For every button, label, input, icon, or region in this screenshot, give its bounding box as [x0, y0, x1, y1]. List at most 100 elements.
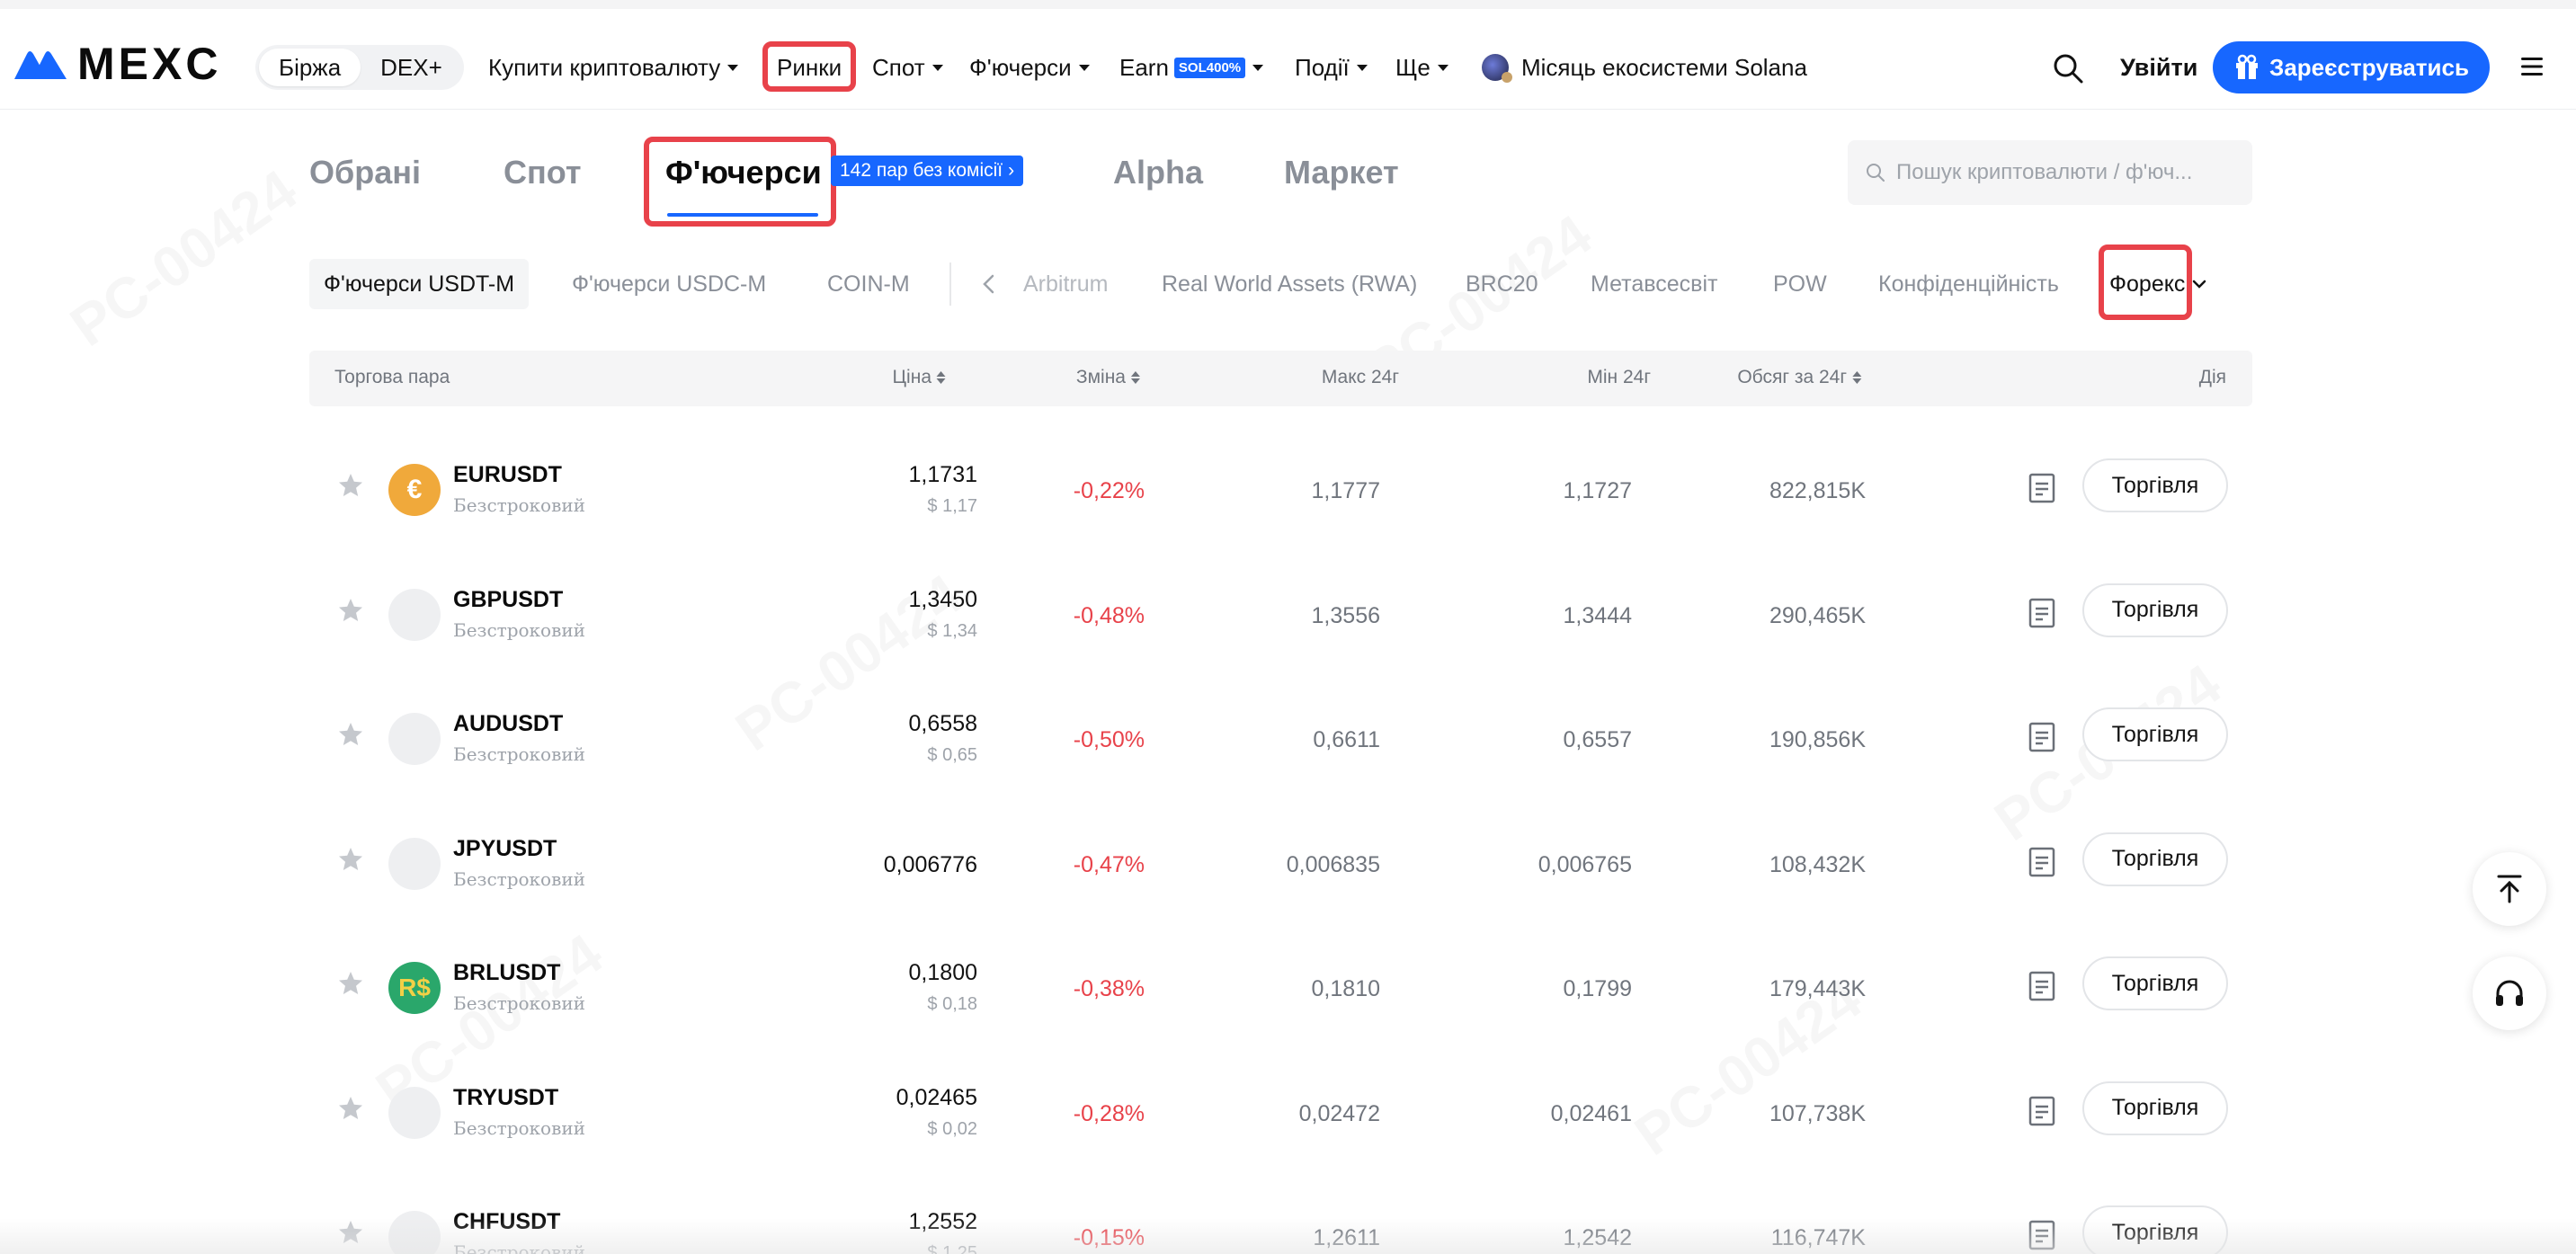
nav-earn[interactable]: Earn SOL400%: [1119, 49, 1264, 86]
subcat-privacy[interactable]: Конфіденційність: [1878, 259, 2059, 309]
trade-button[interactable]: Торгівля: [2082, 583, 2228, 637]
chevron-down-icon: [2193, 280, 2206, 289]
subcat-arbitrum[interactable]: Arbitrum: [1023, 259, 1108, 309]
tab-market[interactable]: Маркет: [1284, 149, 1399, 196]
nav-solana-month[interactable]: Місяць екосистеми Solana: [1482, 49, 1807, 86]
support-button[interactable]: [2473, 956, 2546, 1030]
pair-symbol: AUDUSDT: [453, 711, 564, 736]
zero-fee-promo-badge[interactable]: 142 пар без комісії ›: [831, 156, 1024, 186]
change-percent: -0,50%: [1073, 727, 1145, 752]
subcat-usdt-m[interactable]: Ф'ючерси USDT-M: [309, 259, 530, 309]
header-high: Макс 24г: [1321, 367, 1399, 387]
nav-futures-label: Ф'ючерси: [969, 53, 1072, 81]
login-button[interactable]: Увійти: [2120, 49, 2197, 86]
trade-button[interactable]: Торгівля: [2082, 707, 2228, 761]
pair-type: Безстроковий: [453, 618, 586, 641]
tab-alpha[interactable]: Alpha: [1113, 149, 1203, 196]
bottom-shadow: [0, 1218, 2576, 1254]
star-icon[interactable]: [336, 1094, 365, 1123]
low-24h: 0,1799: [1563, 976, 1632, 1001]
document-icon[interactable]: [2028, 847, 2056, 877]
high-24h: 0,6611: [1313, 727, 1380, 752]
tab-favorites[interactable]: Обрані: [309, 149, 421, 196]
table-row[interactable]: TRYUSDT Безстроковий 0,02465 $ 0,02 -0,2…: [309, 1045, 2252, 1170]
change-percent: -0,28%: [1073, 1100, 1145, 1126]
table-row[interactable]: GBPUSDT Безстроковий 1,3450 $ 1,34 -0,48…: [309, 547, 2252, 671]
table-row[interactable]: R$ BRLUSDT Безстроковий 0,1800 $ 0,18 -0…: [309, 920, 2252, 1045]
headphones-icon: [2496, 980, 2523, 1006]
placeholder-coin-icon: [388, 588, 441, 641]
nav-buy-crypto[interactable]: Купити криптовалюту: [488, 49, 739, 86]
register-button[interactable]: Зареєструватись: [2213, 41, 2490, 93]
last-price: 0,006776: [883, 851, 977, 877]
document-icon[interactable]: [2028, 722, 2056, 752]
trade-button[interactable]: Торгівля: [2082, 832, 2228, 886]
table-row[interactable]: AUDUSDT Безстроковий 0,6558 $ 0,65 -0,50…: [309, 671, 2252, 796]
nav-earn-label: Earn: [1119, 53, 1169, 81]
search-input[interactable]: [1896, 160, 2238, 185]
price-usd: $ 0,18: [927, 994, 977, 1014]
segment-dex[interactable]: DEX+: [361, 49, 462, 86]
earn-badge: SOL400%: [1173, 57, 1246, 78]
last-price: 0,02465: [896, 1084, 977, 1110]
star-icon[interactable]: [336, 596, 365, 625]
nav-events[interactable]: Події: [1295, 49, 1368, 86]
pair-symbol: GBPUSDT: [453, 586, 564, 612]
subcat-usdc-m[interactable]: Ф'ючерси USDC-M: [572, 259, 766, 309]
segment-exchange[interactable]: Біржа: [259, 49, 361, 86]
chevron-left-icon[interactable]: [980, 272, 998, 296]
hamburger-menu-icon[interactable]: [2519, 54, 2545, 79]
pair-type: Безстроковий: [453, 743, 586, 765]
nav-events-label: Події: [1295, 53, 1350, 81]
search-icon[interactable]: [2052, 52, 2084, 84]
last-price: 0,6558: [908, 711, 977, 736]
star-icon[interactable]: [336, 969, 365, 998]
star-icon[interactable]: [336, 471, 365, 500]
highlight-forex: [2099, 245, 2192, 320]
trade-button[interactable]: Торгівля: [2082, 956, 2228, 1010]
header-volume[interactable]: Обсяг за 24г: [1737, 367, 1861, 388]
subcat-metaverse[interactable]: Метавсесвіт: [1591, 259, 1717, 309]
price-usd: $ 0,65: [927, 745, 977, 765]
chevron-down-icon: [727, 64, 739, 71]
document-icon[interactable]: [2028, 1096, 2056, 1126]
document-icon[interactable]: [2028, 598, 2056, 628]
header-change[interactable]: Зміна: [1076, 367, 1140, 388]
pair-type: Безстроковий: [453, 494, 586, 516]
trade-button[interactable]: Торгівля: [2082, 458, 2228, 512]
header-price[interactable]: Ціна: [893, 367, 946, 388]
header-change-label: Зміна: [1075, 367, 1126, 387]
table-row[interactable]: JPYUSDT Безстроковий 0,006776 -0,47% 0,0…: [309, 796, 2252, 920]
nav-spot[interactable]: Спот: [872, 49, 943, 86]
document-icon[interactable]: [2028, 473, 2056, 503]
trade-button[interactable]: Торгівля: [2082, 1081, 2228, 1135]
table-row[interactable]: € EURUSDT Безстроковий 1,1731 $ 1,17 -0,…: [309, 422, 2252, 547]
volume-24h: 190,856K: [1769, 727, 1866, 752]
scroll-to-top-button[interactable]: [2473, 852, 2546, 926]
nav-spot-label: Спот: [872, 53, 925, 81]
pair-symbol: BRLUSDT: [453, 960, 561, 985]
change-percent: -0,47%: [1073, 851, 1145, 877]
subcat-rwa[interactable]: Real World Assets (RWA): [1162, 259, 1417, 309]
logo-text: MEXC: [77, 39, 222, 89]
star-icon[interactable]: [336, 845, 365, 874]
subcat-coin-m[interactable]: COIN-M: [827, 259, 910, 309]
subcat-pow[interactable]: POW: [1773, 259, 1827, 309]
volume-24h: 107,738K: [1769, 1100, 1866, 1126]
tab-spot[interactable]: Спот: [504, 149, 581, 196]
chevron-down-icon: [1356, 64, 1368, 71]
last-price: 1,3450: [908, 586, 977, 612]
top-navigation: MEXC Біржа DEX+ Купити криптовалюту Ринк…: [0, 0, 2576, 110]
register-label: Зареєструватись: [2269, 53, 2469, 81]
promo-label: 142 пар без комісії: [840, 160, 1003, 181]
subcat-brc20[interactable]: BRC20: [1466, 259, 1538, 309]
nav-more[interactable]: Ще: [1395, 49, 1448, 86]
high-24h: 0,006835: [1286, 851, 1380, 877]
nav-futures[interactable]: Ф'ючерси: [969, 49, 1090, 86]
document-icon[interactable]: [2028, 971, 2056, 1001]
low-24h: 0,02461: [1550, 1100, 1632, 1126]
mexc-logo[interactable]: MEXC: [14, 41, 221, 86]
star-icon[interactable]: [336, 720, 365, 749]
euro-coin-icon: €: [388, 464, 441, 516]
price-usd: $ 1,17: [927, 496, 977, 516]
